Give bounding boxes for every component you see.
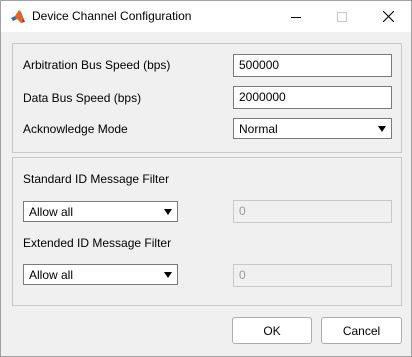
minimize-icon bbox=[291, 16, 301, 18]
extended-filter-field: 0 bbox=[233, 264, 392, 287]
maximize-icon bbox=[337, 11, 347, 22]
extended-filter-label: Extended ID Message Filter bbox=[23, 236, 172, 250]
acknowledge-mode-label: Acknowledge Mode bbox=[23, 122, 128, 136]
matlab-icon bbox=[10, 9, 26, 25]
standard-filter-label: Standard ID Message Filter bbox=[23, 172, 170, 186]
cancel-button[interactable]: Cancel bbox=[321, 317, 402, 344]
minimize-button[interactable] bbox=[273, 1, 319, 32]
standard-filter-field: 0 bbox=[233, 200, 392, 223]
message-filter-panel: Standard ID Message Filter Allow all 0 E… bbox=[12, 157, 402, 306]
acknowledge-mode-value: Normal bbox=[239, 121, 278, 136]
dropdown-arrow-icon bbox=[378, 125, 386, 132]
arbitration-speed-label: Arbitration Bus Speed (bps) bbox=[23, 58, 171, 72]
maximize-button[interactable] bbox=[319, 1, 365, 32]
dropdown-arrow-icon bbox=[164, 208, 172, 215]
ok-button[interactable]: OK bbox=[232, 317, 312, 344]
dialog-window: Device Channel Configuration Arbitration… bbox=[0, 0, 412, 357]
close-button[interactable] bbox=[365, 1, 411, 32]
standard-filter-mode: Allow all bbox=[29, 204, 74, 219]
title-bar[interactable]: Device Channel Configuration bbox=[1, 1, 411, 32]
extended-filter-select[interactable]: Allow all bbox=[23, 264, 178, 285]
bus-settings-panel: Arbitration Bus Speed (bps) 500000 Data … bbox=[12, 43, 402, 153]
data-speed-field[interactable]: 2000000 bbox=[233, 86, 392, 109]
close-icon bbox=[382, 11, 394, 22]
window-title: Device Channel Configuration bbox=[32, 9, 192, 23]
dropdown-arrow-icon bbox=[164, 271, 172, 278]
standard-filter-select[interactable]: Allow all bbox=[23, 201, 178, 222]
acknowledge-mode-select[interactable]: Normal bbox=[233, 118, 392, 139]
data-speed-label: Data Bus Speed (bps) bbox=[23, 91, 142, 105]
extended-filter-mode: Allow all bbox=[29, 267, 74, 282]
arbitration-speed-field[interactable]: 500000 bbox=[233, 54, 392, 77]
